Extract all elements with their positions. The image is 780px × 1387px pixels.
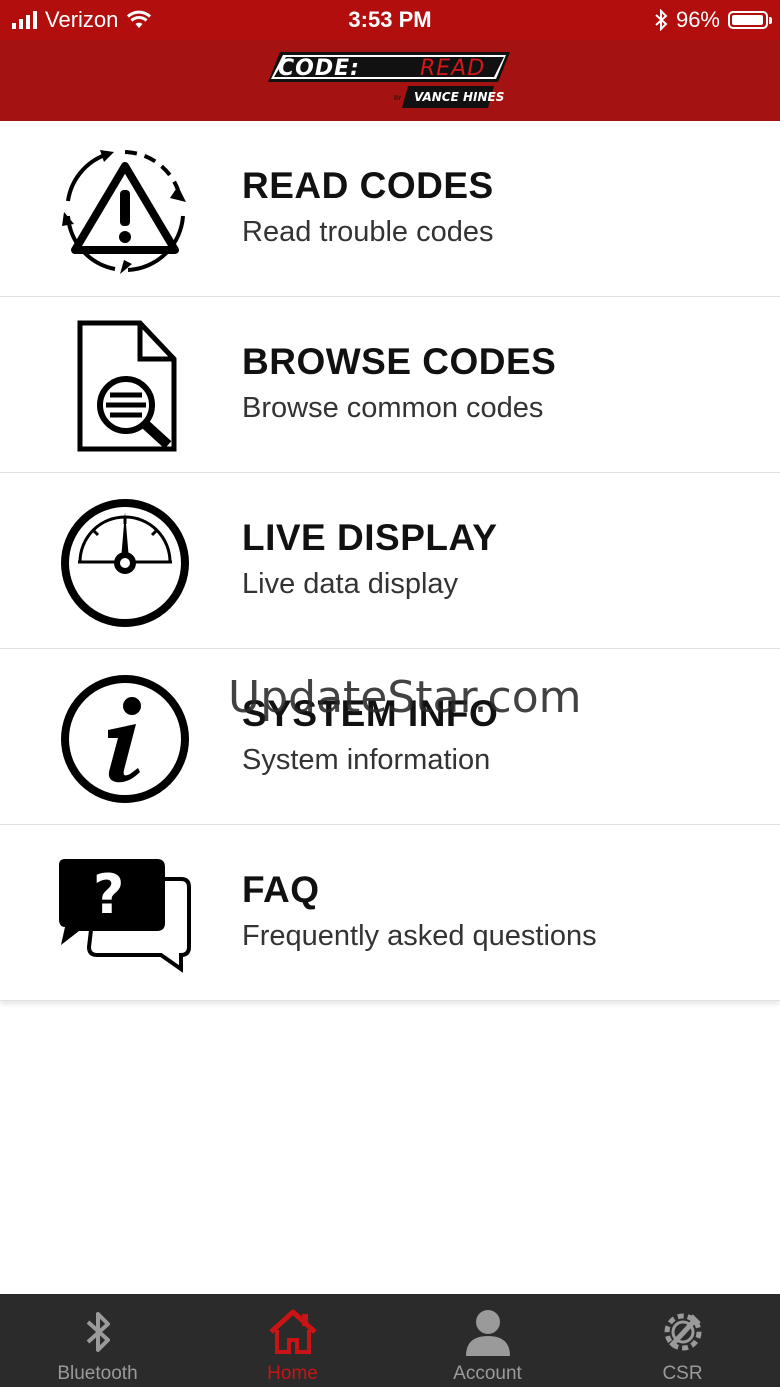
status-right: 96% xyxy=(654,7,772,33)
svg-text:VANCE HINES: VANCE HINES xyxy=(414,90,504,104)
menu-item-title: LIVE DISPLAY xyxy=(242,517,498,558)
tab-label: Account xyxy=(453,1363,522,1384)
tab-label: CSR xyxy=(662,1363,703,1384)
tab-label: Bluetooth xyxy=(57,1363,138,1384)
bluetooth-status-icon xyxy=(655,9,668,31)
battery-fill xyxy=(732,15,763,25)
document-search-icon xyxy=(55,319,195,454)
gauge-icon xyxy=(55,495,195,630)
info-icon xyxy=(55,671,195,806)
tab-home[interactable]: Home xyxy=(195,1294,390,1387)
tab-account[interactable]: Account xyxy=(390,1294,585,1387)
app-header: CODE: READ VANCE HINES BY xyxy=(0,40,780,121)
tab-bar: Bluetooth Home Account CSR xyxy=(0,1294,780,1387)
logo-text: CODE: xyxy=(278,56,360,81)
menu-item-subtitle: System information xyxy=(242,744,491,776)
person-icon xyxy=(465,1310,510,1356)
menu-item-live-display[interactable]: LIVE DISPLAY Live data display xyxy=(0,473,780,649)
tab-csr[interactable]: CSR xyxy=(585,1294,780,1387)
battery-icon xyxy=(728,11,772,29)
svg-text:READ: READ xyxy=(420,56,485,81)
gear-wrench-icon xyxy=(664,1313,701,1351)
menu-item-system-info[interactable]: SYSTEM INFO System information xyxy=(0,649,780,825)
menu-item-browse-codes[interactable]: BROWSE CODES Browse common codes xyxy=(0,297,780,473)
menu-item-subtitle: Frequently asked questions xyxy=(242,920,597,952)
menu-item-subtitle: Live data display xyxy=(242,568,459,600)
menu-item-subtitle: Browse common codes xyxy=(242,392,544,424)
menu-item-read-codes[interactable]: READ CODES Read trouble codes xyxy=(0,121,780,297)
bluetooth-icon xyxy=(86,1312,110,1352)
main-menu: READ CODES Read trouble codes BROWSE COD… xyxy=(0,121,780,1001)
tab-label: Home xyxy=(267,1363,318,1384)
status-bar: Verizon 3:53 PM 96% xyxy=(0,0,780,40)
question-chat-icon: ? xyxy=(55,847,195,982)
svg-text:?: ? xyxy=(93,863,124,926)
warning-cycle-icon xyxy=(55,143,195,278)
menu-item-subtitle: Read trouble codes xyxy=(242,216,494,248)
battery-percent: 96% xyxy=(675,7,720,32)
menu-item-title: FAQ xyxy=(242,869,320,910)
menu-item-title: SYSTEM INFO xyxy=(242,693,499,734)
svg-text:BY: BY xyxy=(394,95,402,102)
menu-item-title: READ CODES xyxy=(242,165,494,206)
tab-bluetooth[interactable]: Bluetooth xyxy=(0,1294,195,1387)
menu-item-faq[interactable]: ? FAQ Frequently asked questions xyxy=(0,825,780,1001)
menu-item-title: BROWSE CODES xyxy=(242,341,557,382)
home-icon xyxy=(268,1309,317,1354)
code-read-logo: CODE: READ VANCE HINES BY xyxy=(268,52,510,108)
